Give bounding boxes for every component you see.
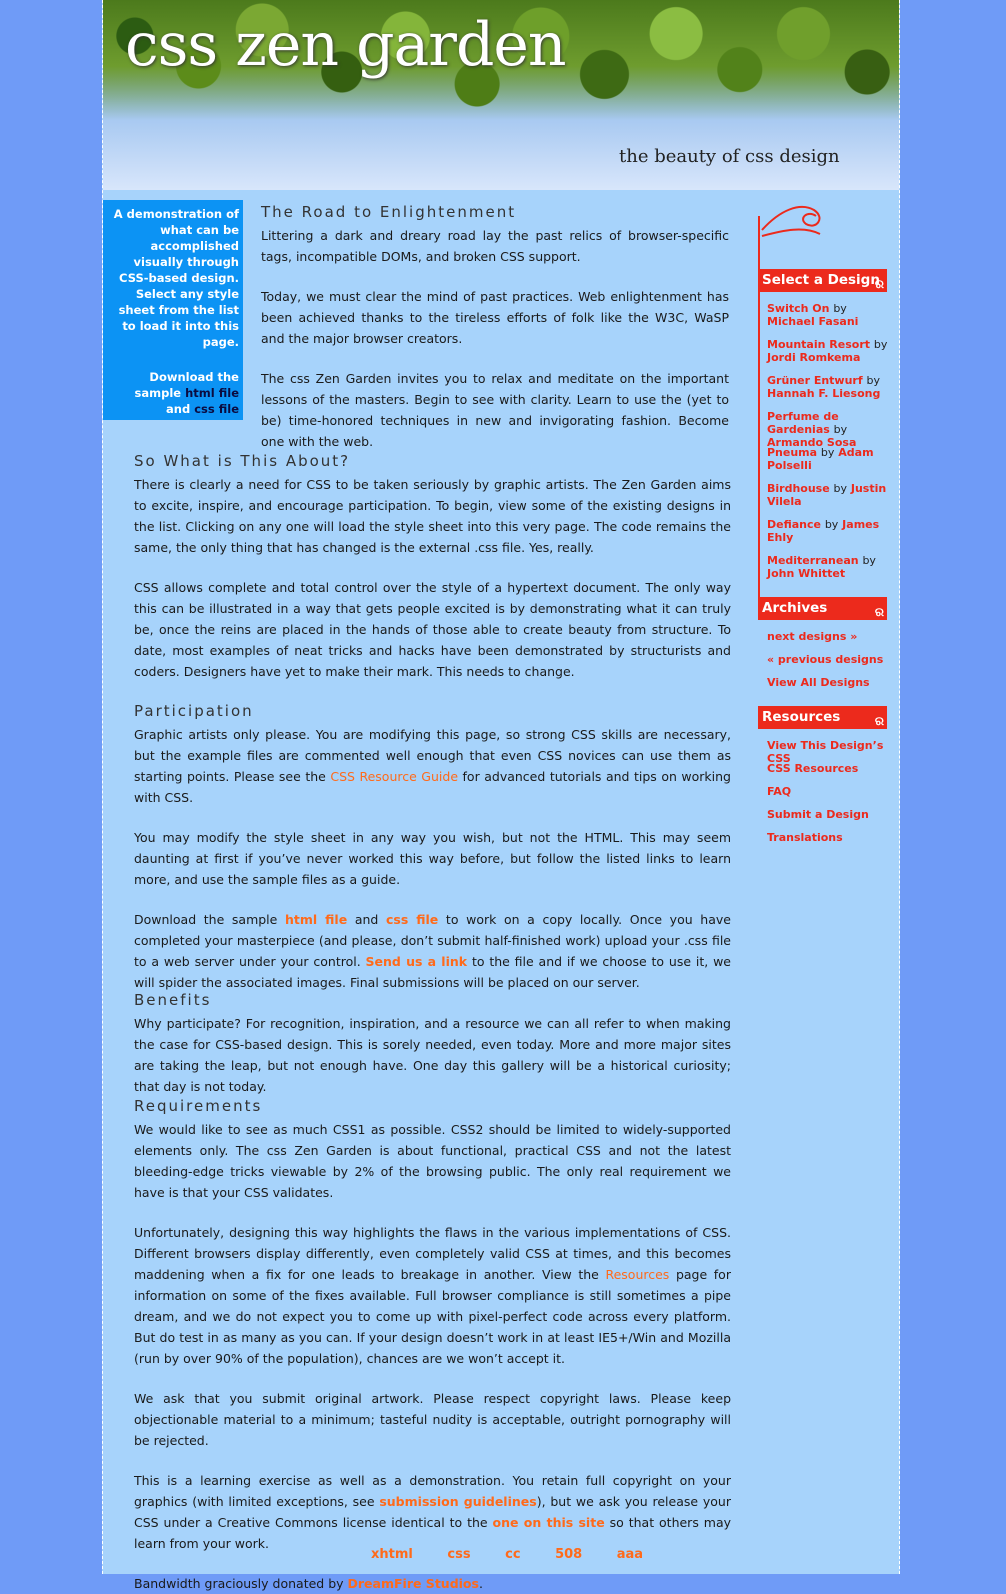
site-title: css zen garden: [125, 10, 567, 80]
participation-paragraph-1: Graphic artists only please. You are mod…: [134, 724, 731, 808]
design-item: Grüner Entwurf by Hannah F. Liesong: [767, 374, 897, 400]
section-heading-participation: Participation: [134, 702, 254, 720]
archives-label: Archives: [762, 600, 828, 616]
section-requirements: Requirements We would like to see as muc…: [134, 1096, 731, 1594]
design-item: Pneuma by Adam Polselli: [767, 446, 897, 472]
swirl-icon: ର: [874, 605, 884, 619]
intro-css-file-link[interactable]: css file: [194, 402, 239, 416]
send-us-a-link[interactable]: Send us a link: [366, 954, 468, 969]
design-link[interactable]: Grüner Entwurf: [767, 374, 863, 387]
design-item: Mountain Resort by Jordi Romkema: [767, 338, 897, 364]
design-by: by: [820, 446, 835, 459]
road-paragraph-2: Today, we must clear the mind of past pr…: [261, 289, 729, 346]
bandwidth-text: .: [478, 1576, 483, 1591]
about-paragraph-1: There is clearly a need for CSS to be ta…: [134, 477, 731, 555]
design-item: Perfume de Gardenias by Armando Sosa: [767, 410, 897, 449]
resources-link[interactable]: Resources: [605, 1267, 669, 1282]
intro-html-file-link[interactable]: html file: [185, 386, 239, 400]
footer-xhtml-link[interactable]: xhtml: [371, 1547, 413, 1562]
submit-design-link[interactable]: Submit a Design: [767, 808, 869, 821]
swirl-icon: ର: [874, 714, 884, 728]
page-container: css zen garden the beauty of css design …: [102, 0, 900, 1591]
design-by: by: [833, 302, 847, 315]
next-designs-link[interactable]: next designs »: [767, 630, 857, 643]
design-by: by: [824, 518, 839, 531]
translations-link[interactable]: Translations: [767, 831, 843, 844]
requirements-paragraph-3: We ask that you submit original artwork.…: [134, 1391, 731, 1448]
intro-and: and: [166, 402, 191, 416]
section-heading-about: So What is This About?: [134, 452, 351, 470]
footer-cc-link[interactable]: cc: [505, 1547, 520, 1562]
benefits-paragraph-1: Why participate? For recognition, inspir…: [134, 1016, 731, 1094]
design-by: by: [866, 374, 880, 387]
footer-aaa-link[interactable]: aaa: [617, 1547, 643, 1562]
requirements-paragraph-4: This is a learning exercise as well as a…: [134, 1470, 731, 1554]
intro-download: Download the sample html file and css fi…: [107, 369, 239, 417]
participation-text: Download the sample: [134, 912, 278, 927]
section-road: The Road to Enlightenment Littering a da…: [261, 202, 729, 452]
site-tagline: the beauty of css design: [619, 146, 840, 167]
section-participation: Participation Graphic artists only pleas…: [134, 701, 731, 993]
select-design-heading: Select a Design ର: [758, 269, 887, 292]
section-benefits: Benefits Why participate? For recognitio…: [134, 990, 731, 1097]
dreamfire-studios-link[interactable]: DreamFire Studios: [348, 1576, 479, 1591]
css-file-link[interactable]: css file: [386, 912, 438, 927]
section-heading-requirements: Requirements: [134, 1097, 263, 1115]
requirements-paragraph-2: Unfortunately, designing this way highli…: [134, 1222, 731, 1369]
resources-heading: Resources ର: [758, 706, 887, 729]
designer-link[interactable]: Michael Fasani: [767, 315, 858, 328]
footer-css-link[interactable]: css: [447, 1547, 470, 1562]
requirements-paragraph-1: We would like to see as much CSS1 as pos…: [134, 1122, 731, 1200]
design-item: Defiance by James Ehly: [767, 518, 897, 544]
design-item: Mediterranean by John Whittet: [767, 554, 897, 580]
design-link[interactable]: Switch On: [767, 302, 829, 315]
design-link[interactable]: Mountain Resort: [767, 338, 870, 351]
bandwidth-paragraph: Bandwidth graciously donated by DreamFir…: [134, 1573, 731, 1594]
road-paragraph-1: Littering a dark and dreary road lay the…: [261, 228, 729, 264]
design-by: by: [833, 482, 848, 495]
design-item: Switch On by Michael Fasani: [767, 302, 897, 328]
design-link[interactable]: Perfume de Gardenias: [767, 410, 839, 436]
intro-box: A demonstration of what can be accomplis…: [103, 200, 243, 420]
design-link[interactable]: Defiance: [767, 518, 821, 531]
footer-508-link[interactable]: 508: [555, 1547, 582, 1562]
design-by: by: [862, 554, 876, 567]
design-link[interactable]: Mediterranean: [767, 554, 859, 567]
design-item: Birdhouse by Justin Vilela: [767, 482, 897, 508]
css-resources-link[interactable]: CSS Resources: [767, 762, 858, 775]
header-banner: css zen garden the beauty of css design: [103, 0, 899, 190]
archives-heading: Archives ର: [758, 597, 887, 620]
select-design-label: Select a Design: [762, 272, 880, 288]
submission-guidelines-link[interactable]: submission guidelines: [379, 1494, 536, 1509]
about-paragraph-2: CSS allows complete and total control ov…: [134, 580, 731, 679]
road-paragraph-3: The css Zen Garden invites you to relax …: [261, 371, 729, 449]
section-heading-benefits: Benefits: [134, 991, 212, 1009]
participation-paragraph-3: Download the sample html file and css fi…: [134, 909, 731, 993]
html-file-link[interactable]: html file: [285, 912, 347, 927]
resources-label: Resources: [762, 709, 841, 725]
flourish-icon: [761, 205, 821, 237]
view-all-designs-link[interactable]: View All Designs: [767, 676, 870, 689]
bandwidth-text: Bandwidth graciously donated by: [134, 1576, 344, 1591]
participation-paragraph-2: You may modify the style sheet in any wa…: [134, 830, 731, 887]
design-by: by: [873, 338, 888, 351]
css-resource-guide-link[interactable]: CSS Resource Guide: [330, 769, 458, 784]
section-about: So What is This About? There is clearly …: [134, 451, 731, 682]
design-by: by: [833, 423, 848, 436]
participation-text: and: [354, 912, 379, 927]
previous-designs-link[interactable]: « previous designs: [767, 653, 883, 666]
footer: xhtml css cc 508 aaa: [371, 1547, 673, 1562]
designer-link[interactable]: Hannah F. Liesong: [767, 387, 880, 400]
swirl-icon: ର: [874, 277, 884, 291]
section-heading-road: The Road to Enlightenment: [261, 203, 517, 221]
faq-link[interactable]: FAQ: [767, 785, 791, 798]
intro-summary: A demonstration of what can be accomplis…: [113, 207, 239, 349]
designer-link[interactable]: John Whittet: [767, 567, 845, 580]
one-on-this-site-link[interactable]: one on this site: [493, 1515, 605, 1530]
designer-link[interactable]: Jordi Romkema: [767, 351, 860, 364]
design-link[interactable]: Pneuma: [767, 446, 817, 459]
design-link[interactable]: Birdhouse: [767, 482, 830, 495]
